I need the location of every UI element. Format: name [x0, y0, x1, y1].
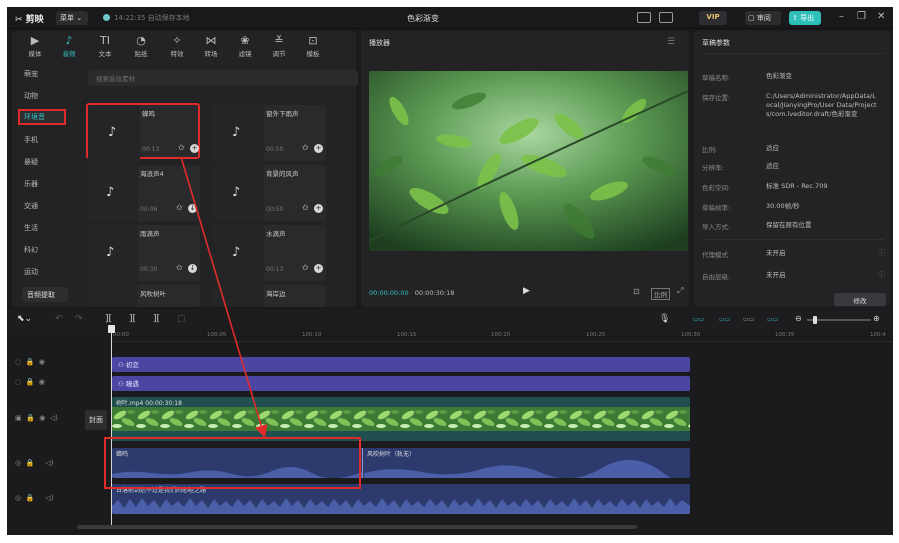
app-window: ✂ 剪映 菜单 ⌄ 14:22:35 自动保存本地 色彩渐变 VIP ▢ 审阅 …	[7, 7, 893, 535]
timeline-scrollbar[interactable]	[77, 525, 637, 529]
annotation-arrow	[180, 156, 268, 439]
